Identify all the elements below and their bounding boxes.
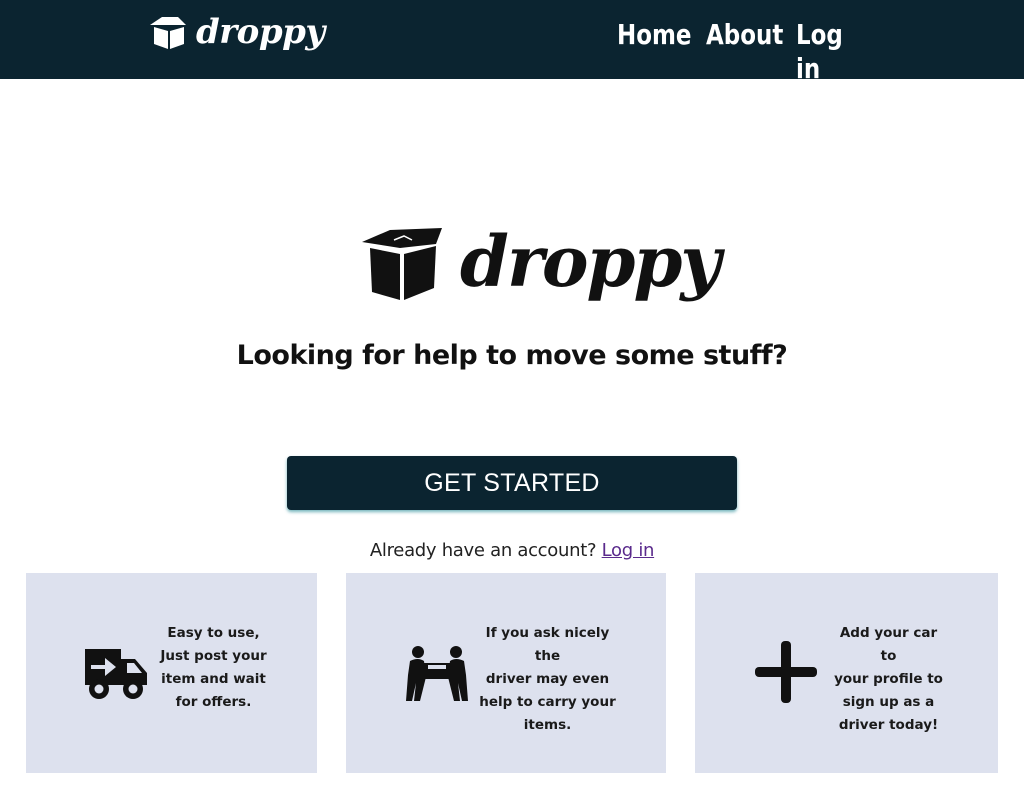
nav-login-link[interactable]: Log in	[796, 18, 853, 85]
feature-line: driver today!	[838, 717, 939, 733]
plus-icon	[755, 641, 817, 703]
account-prompt: Already have an account? Log in	[0, 540, 1024, 561]
feature-line: items.	[523, 717, 572, 733]
nav-home-link[interactable]: Home	[617, 18, 691, 85]
feature-card-easy: Easy to use, Just post your item and wai…	[26, 573, 317, 773]
truck-arrow-icon	[85, 649, 147, 699]
box-icon	[362, 228, 442, 300]
main-nav: Home About Log in	[617, 18, 866, 85]
feature-line: item and wait	[161, 671, 266, 687]
feature-text: If you ask nicely the driver may even he…	[476, 622, 619, 737]
feature-line: driver may even	[485, 671, 610, 687]
hero-headline: Looking for help to move some stuff?	[236, 340, 788, 371]
feature-line: Just post your	[160, 648, 267, 664]
feature-card-driver: Add your car to your profile to sign up …	[695, 573, 998, 773]
feature-line: Add your car to	[839, 625, 938, 664]
brand-name: droppy	[196, 12, 325, 52]
box-icon	[150, 17, 186, 49]
feature-line: for offers.	[175, 694, 252, 710]
feature-line: sign up as a	[842, 694, 935, 710]
people-carry-icon	[406, 646, 468, 701]
feature-text: Easy to use, Just post your item and wai…	[156, 622, 271, 714]
feature-text: Add your car to your profile to sign up …	[831, 622, 946, 737]
login-link[interactable]: Log in	[602, 540, 655, 561]
feature-line: Easy to use,	[167, 625, 260, 641]
feature-line: your profile to	[834, 671, 943, 687]
feature-line: If you ask nicely the	[485, 625, 610, 664]
get-started-button[interactable]: GET STARTED	[287, 456, 737, 510]
hero-brand-name: droppy	[460, 220, 721, 303]
account-prompt-text: Already have an account?	[369, 540, 597, 561]
nav-about-link[interactable]: About	[706, 18, 783, 85]
top-navbar: droppy Home About Log in	[0, 0, 1024, 85]
feature-line: help to carry your	[479, 694, 616, 710]
feature-card-helpers: If you ask nicely the driver may even he…	[346, 573, 666, 773]
hero-logo: droppy	[360, 220, 721, 303]
brand-logo[interactable]: droppy	[148, 13, 325, 51]
